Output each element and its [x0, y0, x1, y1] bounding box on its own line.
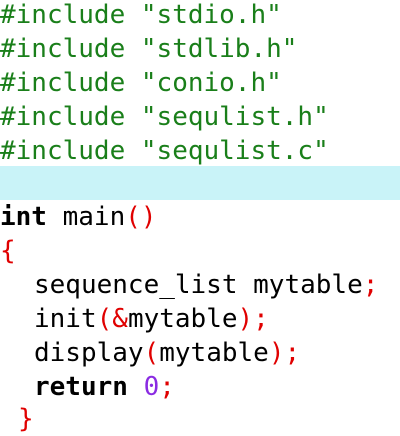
open-brace: {	[0, 236, 16, 266]
code-line: sequence_list mytable;	[34, 268, 400, 302]
code-line: init(&mytable);	[34, 302, 400, 336]
keyword: return	[34, 372, 128, 402]
variable-name: mytable	[253, 270, 363, 300]
semicolon: ;	[284, 338, 301, 368]
include-file: "conio.h"	[140, 68, 282, 98]
code-line: return 0;	[34, 370, 400, 404]
code-line: {	[0, 234, 400, 268]
punctuation: ()	[125, 202, 157, 232]
code-line: }	[18, 402, 400, 436]
preprocessor-directive: #include	[0, 0, 126, 30]
function-call: display	[34, 338, 144, 368]
number-literal: 0	[143, 372, 160, 402]
punctuation: )	[237, 304, 254, 334]
code-line: #include "sequlist.c"	[0, 134, 400, 168]
address-operator: &	[112, 304, 128, 334]
punctuation: (	[143, 338, 160, 368]
code-line: #include "stdio.h"	[0, 0, 400, 32]
code-editor[interactable]: #include "stdio.h" #include "stdlib.h" #…	[0, 0, 400, 434]
function-call: init	[34, 304, 97, 334]
code-line: #include "stdlib.h"	[0, 32, 400, 66]
semicolon: ;	[159, 372, 175, 402]
preprocessor-directive: #include	[0, 136, 126, 166]
include-file: "sequlist.c"	[140, 136, 329, 166]
code-line: #include "conio.h"	[0, 66, 400, 100]
argument: mytable	[127, 304, 238, 334]
code-line: display(mytable);	[34, 336, 400, 370]
current-line-highlight	[0, 166, 400, 200]
keyword: int	[0, 202, 47, 232]
function-name: main	[62, 202, 126, 232]
code-line: int main()	[0, 200, 400, 234]
preprocessor-directive: #include	[0, 102, 126, 132]
preprocessor-directive: #include	[0, 34, 126, 64]
semicolon: ;	[253, 304, 269, 334]
preprocessor-directive: #include	[0, 68, 126, 98]
include-file: "sequlist.h"	[140, 102, 329, 132]
punctuation: )	[268, 338, 285, 368]
punctuation: (	[96, 304, 113, 334]
semicolon: ;	[362, 270, 379, 300]
close-brace: }	[18, 404, 34, 434]
type-name: sequence_list	[34, 270, 238, 300]
code-line: #include "sequlist.h"	[0, 100, 400, 134]
include-file: "stdlib.h"	[140, 34, 298, 64]
include-file: "stdio.h"	[140, 0, 282, 30]
argument: mytable	[159, 338, 269, 368]
